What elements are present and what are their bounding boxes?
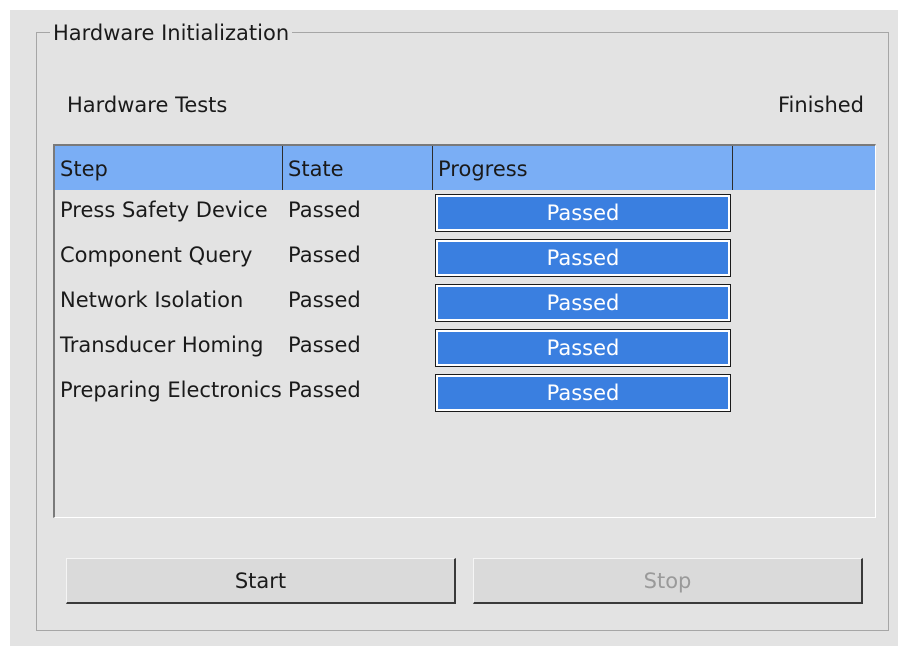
column-header-progress[interactable]: Progress: [433, 146, 733, 190]
hardware-tests-label: Hardware Tests: [67, 93, 228, 117]
table-row[interactable]: Component Query Passed Passed: [55, 235, 875, 280]
status-label: Finished: [777, 93, 864, 117]
step-progress-bar: Passed: [435, 329, 731, 367]
stop-button[interactable]: Stop: [473, 558, 863, 604]
step-name: Preparing Electronics: [60, 378, 282, 402]
progress-fill: Passed: [438, 287, 728, 319]
progress-fill: Passed: [438, 332, 728, 364]
table-row[interactable]: Network Isolation Passed Passed: [55, 280, 875, 325]
step-name: Component Query: [60, 243, 253, 267]
column-header-state[interactable]: State: [283, 146, 433, 190]
step-progress-bar: Passed: [435, 374, 731, 412]
step-state: Passed: [288, 333, 361, 357]
progress-fill: Passed: [438, 242, 728, 274]
step-state: Passed: [288, 288, 361, 312]
groupbox-title: Hardware Initialization: [50, 21, 293, 45]
list-header: Step State Progress: [55, 146, 875, 190]
table-row[interactable]: Transducer Homing Passed Passed: [55, 325, 875, 370]
hardware-init-window: Hardware Initialization Hardware Tests F…: [10, 10, 898, 646]
step-name: Network Isolation: [60, 288, 244, 312]
start-button[interactable]: Start: [66, 558, 456, 604]
hardware-test-list[interactable]: Step State Progress Press Safety Device …: [53, 144, 876, 518]
column-header-step[interactable]: Step: [55, 146, 283, 190]
step-state: Passed: [288, 198, 361, 222]
progress-fill: Passed: [438, 377, 728, 409]
progress-fill: Passed: [438, 197, 728, 229]
table-row[interactable]: Press Safety Device Passed Passed: [55, 190, 875, 235]
step-state: Passed: [288, 243, 361, 267]
step-name: Transducer Homing: [60, 333, 264, 357]
step-progress-bar: Passed: [435, 284, 731, 322]
step-progress-bar: Passed: [435, 194, 731, 232]
step-progress-bar: Passed: [435, 239, 731, 277]
table-row[interactable]: Preparing Electronics Passed Passed: [55, 370, 875, 415]
step-state: Passed: [288, 378, 361, 402]
step-name: Press Safety Device: [60, 198, 268, 222]
